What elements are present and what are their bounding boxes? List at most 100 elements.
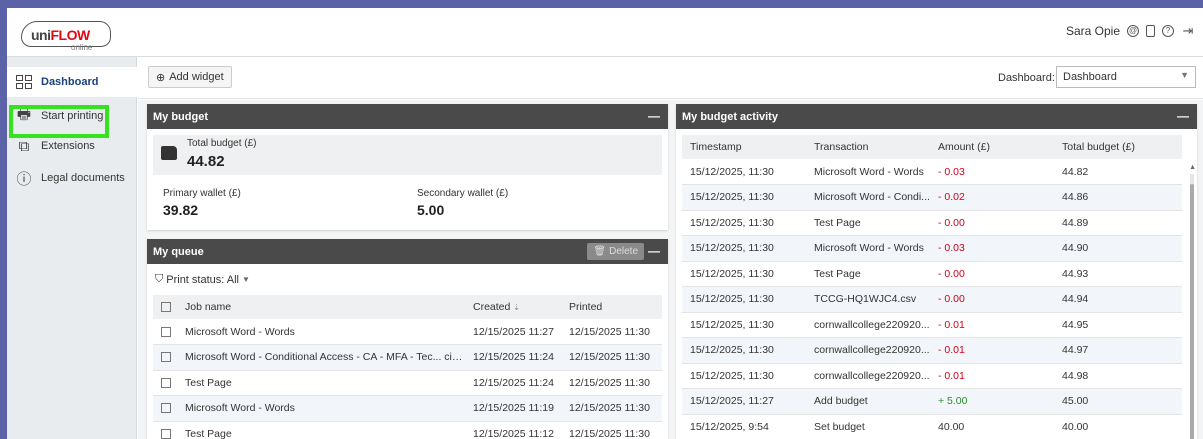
widget-header: My budget —	[147, 104, 668, 129]
toolbar: ⊕ Add widget Dashboard: Dashboard ▼	[138, 57, 1203, 99]
table-row[interactable]: 15/12/2025, 11:30 Microsoft Word - Words -…	[682, 159, 1182, 185]
table-cell: Test Page	[806, 210, 930, 236]
dashboard-select-label: Dashboard:	[998, 72, 1055, 84]
secondary-wallet-value: 5.00	[417, 202, 445, 218]
table-row[interactable]: 15/12/2025, 11:30 cornwallcollege220920..…	[682, 363, 1182, 389]
table-cell: - 0.00	[930, 210, 1054, 236]
add-widget-button[interactable]: ⊕ Add widget	[148, 66, 232, 88]
dashboard-content: My budget — Total budget (£) 44.82 Prima…	[138, 100, 1203, 439]
column-header[interactable]: Timestamp	[682, 135, 806, 159]
table-row[interactable]: 15/12/2025, 11:30 Microsoft Word - Words -…	[682, 235, 1182, 262]
table-cell: 15/12/2025, 11:30	[682, 159, 806, 185]
dashboard-grid-icon	[15, 74, 33, 90]
table-cell: - 0.03	[930, 159, 1054, 185]
table-row[interactable]: 15/12/2025, 11:30 cornwallcollege220920..…	[682, 337, 1182, 364]
column-header-created[interactable]: Created ⇣	[465, 295, 561, 319]
scrollbar[interactable]	[1190, 174, 1194, 439]
sidebar-item-label: Dashboard	[41, 76, 99, 88]
table-cell: 44.93	[1054, 261, 1182, 287]
table-cell: - 0.03	[930, 235, 1054, 262]
row-checkbox[interactable]	[161, 403, 171, 414]
app-window: uniFLOW online Sara Opie @ ? ⇥ Dashboard…	[7, 8, 1203, 439]
table-row[interactable]: 15/12/2025, 11:30 Microsoft Word - Condi.…	[682, 184, 1182, 211]
row-checkbox[interactable]	[161, 428, 171, 439]
table-row[interactable]: 15/12/2025, 11:27 Add budget + 5.00 45.00	[682, 388, 1182, 415]
scroll-up-arrow-icon[interactable]: ▲	[1189, 164, 1196, 171]
column-header[interactable]: Amount (£)	[930, 135, 1054, 159]
sidebar-item-legal-documents[interactable]: ⓘ Legal documents	[7, 163, 137, 193]
table-cell: 44.89	[1054, 210, 1182, 236]
uniflow-logo[interactable]: uniFLOW online	[21, 17, 121, 52]
table-cell: 44.90	[1054, 235, 1182, 262]
table-cell: 15/12/2025, 11:30	[682, 184, 806, 211]
row-checkbox[interactable]	[161, 326, 171, 337]
table-row[interactable]: Microsoft Word - Words 12/15/2025 11:27 12…	[153, 319, 662, 345]
table-header-row: Job name Created ⇣ Printed	[153, 295, 662, 319]
table-cell: Microsoft Word - Conditional Access - CA…	[177, 344, 465, 371]
column-header[interactable]: Job name	[177, 295, 465, 319]
table-row[interactable]: 15/12/2025, 11:30 TCCG-HQ1WJC4.csv - 0.00 4…	[682, 286, 1182, 313]
extensions-icon: ⧉	[18, 137, 30, 155]
column-header[interactable]: Total budget (£)	[1054, 135, 1182, 159]
table-cell: Add budget	[806, 388, 930, 415]
table-row[interactable]: 15/12/2025, 11:30 Test Page - 0.00 44.89	[682, 210, 1182, 236]
print-status-filter[interactable]: ⛉ Print status: All ▼	[155, 273, 250, 286]
table-cell: 12/15/2025 11:12	[465, 421, 561, 439]
dashboard-select[interactable]: Dashboard ▼	[1056, 66, 1196, 88]
queue-table: Job name Created ⇣ Printed Microsoft Wor…	[153, 295, 662, 439]
filter-icon: ⛉	[155, 273, 164, 285]
table-row[interactable]: 15/12/2025, 11:30 Test Page - 0.00 44.93	[682, 261, 1182, 287]
delete-button[interactable]: 🗑 Delete	[587, 243, 644, 260]
total-budget-value: 44.82	[187, 153, 225, 170]
table-cell: 12/15/2025 11:27	[465, 319, 561, 345]
table-cell: cornwallcollege220920...	[806, 312, 930, 338]
info-icon: ⓘ	[16, 170, 32, 188]
table-cell: 12/15/2025 11:30	[561, 395, 662, 422]
activity-table-wrap: Timestamp Transaction Amount (£) Total b…	[682, 135, 1182, 439]
user-name[interactable]: Sara Opie	[1066, 24, 1120, 38]
collapse-icon[interactable]: —	[648, 109, 660, 123]
wallet-icon	[161, 146, 177, 160]
table-cell: 44.94	[1054, 286, 1182, 313]
dashboard-select-value: Dashboard	[1063, 71, 1117, 83]
collapse-icon[interactable]: —	[648, 244, 660, 258]
table-row[interactable]: Test Page 12/15/2025 11:12 12/15/2025 11:3…	[153, 421, 662, 439]
table-row[interactable]: 15/12/2025, 11:30 cornwallcollege220920..…	[682, 312, 1182, 338]
table-cell: 12/15/2025 11:30	[561, 319, 662, 345]
widget-header: My budget activity —	[676, 104, 1197, 129]
widget-title: My budget activity	[682, 110, 778, 123]
table-cell: 44.82	[1054, 159, 1182, 185]
scrollbar-thumb[interactable]	[1190, 184, 1194, 439]
primary-wallet-value: 39.82	[163, 202, 199, 218]
account-icon[interactable]: @	[1127, 25, 1139, 37]
help-icon[interactable]: ?	[1162, 25, 1174, 37]
column-header[interactable]: Printed	[561, 295, 662, 319]
sidebar-item-label: Extensions	[41, 140, 95, 152]
table-row[interactable]: Microsoft Word - Words 12/15/2025 11:19 12…	[153, 395, 662, 422]
table-cell: 12/15/2025 11:19	[465, 395, 561, 422]
table-row[interactable]: Microsoft Word - Conditional Access - CA…	[153, 344, 662, 371]
plus-circle-icon: ⊕	[156, 71, 166, 84]
row-checkbox[interactable]	[161, 352, 171, 363]
table-cell: Microsoft Word - Words	[177, 395, 465, 422]
collapse-icon[interactable]: —	[1177, 109, 1189, 123]
row-checkbox[interactable]	[161, 377, 171, 388]
table-cell: cornwallcollege220920...	[806, 363, 930, 389]
table-cell: 12/15/2025 11:30	[561, 344, 662, 371]
widget-title: My budget	[153, 110, 208, 123]
budget-activity-widget: My budget activity — Timestamp Transacti…	[676, 104, 1197, 439]
caret-down-icon: ▼	[242, 275, 250, 284]
logout-icon[interactable]: ⇥	[1181, 24, 1195, 37]
column-header[interactable]: Transaction	[806, 135, 930, 159]
mobile-device-icon[interactable]	[1146, 25, 1155, 37]
sidebar-item-dashboard[interactable]: Dashboard	[7, 67, 137, 97]
primary-wallet-label: Primary wallet (£)	[163, 188, 241, 199]
table-row[interactable]: Test Page 12/15/2025 11:24 12/15/2025 11:3…	[153, 370, 662, 396]
queue-table-wrap: Job name Created ⇣ Printed Microsoft Wor…	[153, 295, 662, 439]
table-cell: 44.95	[1054, 312, 1182, 338]
table-row[interactable]: 15/12/2025, 9:54 Set budget 40.00 40.00	[682, 414, 1182, 439]
table-cell: 15/12/2025, 11:30	[682, 337, 806, 364]
select-all-checkbox[interactable]	[161, 302, 171, 313]
table-cell: 15/12/2025, 9:54	[682, 414, 806, 439]
chevron-down-icon: ▼	[1180, 70, 1189, 80]
